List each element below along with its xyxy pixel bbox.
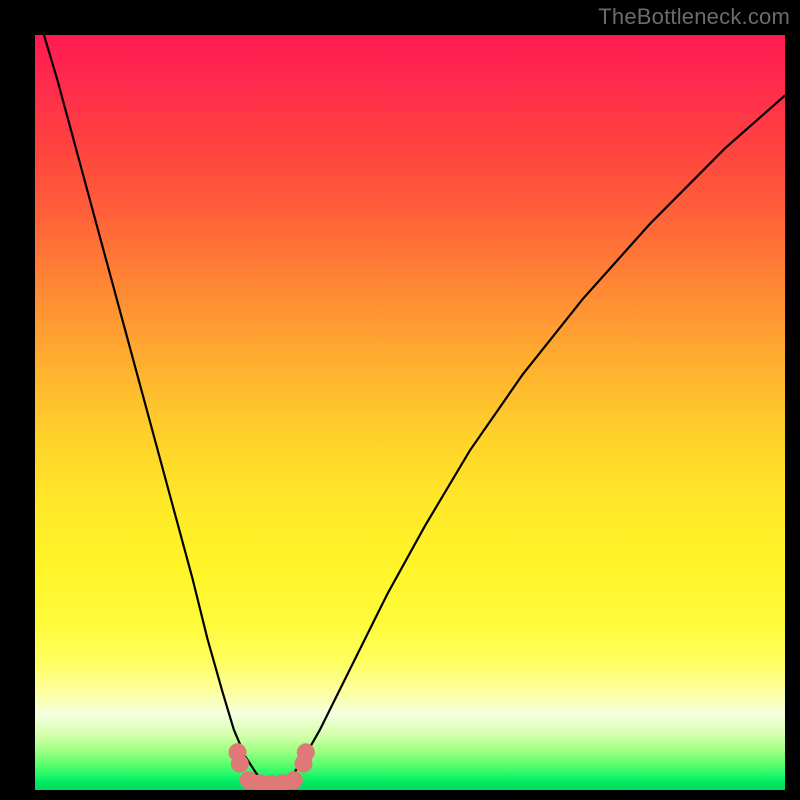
plot-area [35,35,785,790]
marker-dot [285,771,303,789]
chart-frame: TheBottleneck.com [0,0,800,800]
marker-dot [231,755,249,773]
marker-cluster [229,743,315,790]
bottleneck-curve-chart [35,35,785,790]
bottleneck-curve-line [35,35,785,783]
marker-dot [297,743,315,761]
watermark-text: TheBottleneck.com [598,4,790,30]
